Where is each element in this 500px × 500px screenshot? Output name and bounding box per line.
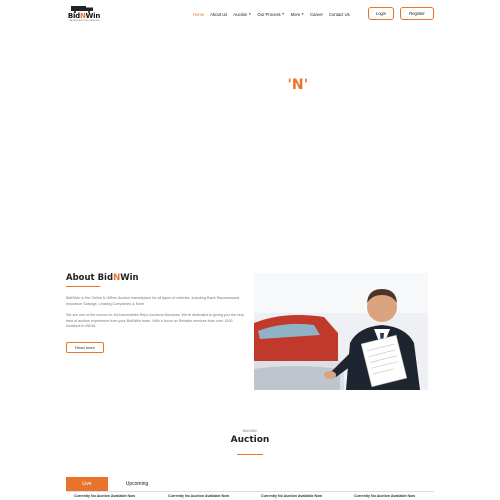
hero-title: Welcome To Bid'N'Win [160, 77, 340, 93]
site-header: BidNWin THE BEST AUCTION PLATFORM Home A… [62, 4, 438, 24]
truck-logo-icon [71, 6, 93, 13]
caret-down-icon: ▼ [301, 12, 305, 16]
main-nav: Home About Us Auction ▼ Our Process ▼ More… [190, 4, 353, 24]
salesman-image [254, 273, 428, 390]
nav-auction[interactable]: Auction ▼ [230, 12, 254, 17]
auction-card-text: Currently No Auction Available Now [354, 494, 416, 498]
auction-title: Auction [230, 435, 270, 445]
caret-down-icon: ▼ [281, 12, 285, 16]
login-button[interactable]: Login [368, 7, 394, 20]
about-paragraph-2: We are one of the source for All Automob… [66, 313, 244, 328]
register-button[interactable]: Register [400, 7, 434, 20]
nav-more[interactable]: More ▼ [288, 12, 308, 17]
nav-contact-us[interactable]: Contact Us [326, 12, 353, 17]
auction-card-text: Currently No Auction Available Now [261, 494, 323, 498]
hero-banner [0, 0, 500, 234]
hero-subtitle: Perfect Auction For Perfect Winner [207, 95, 293, 101]
nav-home[interactable]: Home [190, 12, 207, 17]
auction-kicker: BidNWin [242, 429, 258, 433]
about-title: About BidNWin [66, 273, 139, 283]
logo-wordmark: BidNWin [67, 12, 101, 20]
tab-upcoming[interactable]: Upcoming [110, 477, 164, 491]
nav-our-process[interactable]: Our Process ▼ [254, 12, 287, 17]
chevron-left-icon[interactable]: ‹ [35, 112, 38, 121]
site-logo[interactable]: BidNWin THE BEST AUCTION PLATFORM [64, 5, 104, 23]
caret-down-icon: ▼ [248, 12, 252, 16]
read-more-button[interactable]: Read more [66, 342, 104, 353]
tab-live[interactable]: Live [66, 477, 108, 491]
hero-background [0, 0, 500, 234]
nav-career[interactable]: Career [307, 12, 326, 17]
chevron-right-icon[interactable]: › [459, 112, 462, 121]
auction-card-text: Currently No Auction Available Now [74, 494, 136, 498]
about-photo [254, 273, 428, 390]
auction-card-text: Currently No Auction Available Now [168, 494, 230, 498]
about-title-underline [66, 286, 100, 287]
logo-tagline: THE BEST AUCTION PLATFORM [68, 20, 100, 22]
auction-title-underline [237, 454, 263, 455]
tabs-divider [66, 491, 434, 492]
about-paragraph-1: BidNWin is the Online & Offline Auction … [66, 296, 240, 306]
nav-about-us[interactable]: About Us [207, 12, 230, 17]
